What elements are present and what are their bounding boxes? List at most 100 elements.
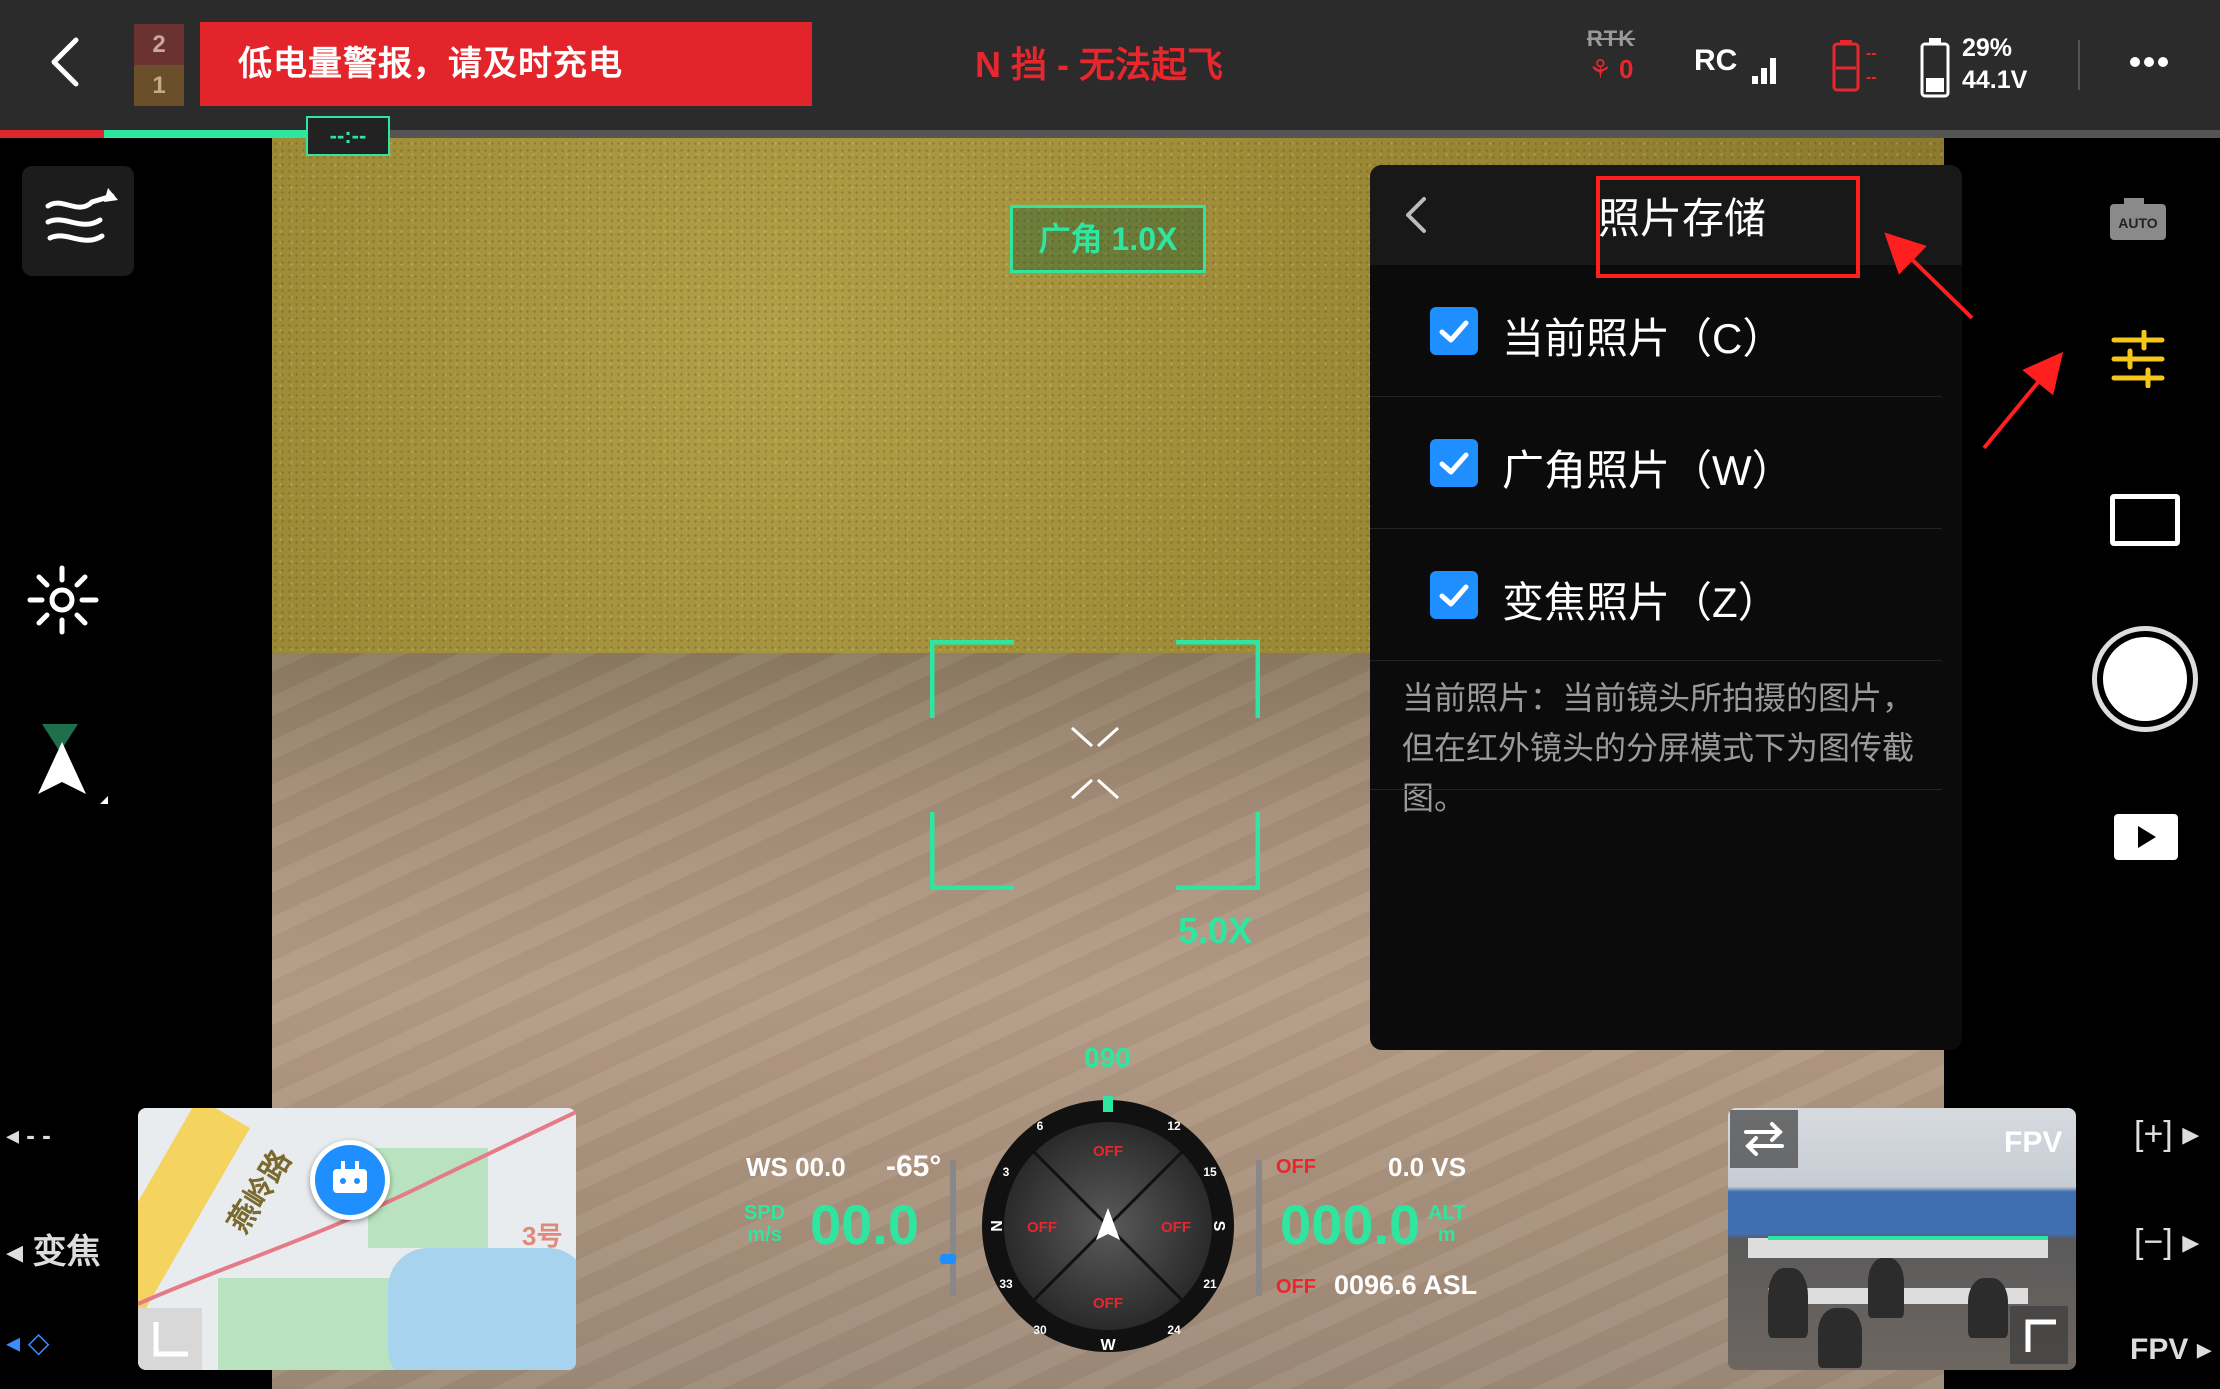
ellipsis-icon — [2130, 54, 2172, 71]
speed-unit-value: m/s — [747, 1224, 782, 1246]
fpv-person — [1768, 1268, 1808, 1338]
off-indicator-bottom: OFF — [1276, 1276, 1316, 1298]
altitude-value: 000.0 — [1280, 1193, 1421, 1256]
option-wide-photo[interactable]: 广角照片（W） — [1370, 397, 1942, 529]
divider — [1370, 789, 1942, 790]
heading-value: 090 — [1084, 1042, 1131, 1073]
option-label: 当前照片（C） — [1502, 315, 1785, 362]
flight-mode-status: N 挡 - 无法起飞 — [975, 44, 1223, 85]
battery-icon — [1920, 38, 1950, 98]
altitude-unit-value: m — [1437, 1224, 1456, 1246]
option-label: 变焦照片（Z） — [1502, 579, 1780, 626]
option-zoom-photo[interactable]: 变焦照片（Z） — [1370, 529, 1942, 661]
navigation-arrow-icon[interactable] — [30, 722, 114, 812]
signal-bars-icon — [1751, 50, 1779, 84]
speed-unit-label: SPD — [744, 1202, 786, 1224]
gear-indicator: 2 1 — [134, 24, 184, 106]
compass[interactable]: N S W 6 12 3 15 21 24 30 33 OFF OFF OFF … — [978, 1096, 1238, 1356]
speed-value: 00.0 — [810, 1193, 919, 1256]
compass-s: S — [1210, 1221, 1227, 1232]
checkmark-icon — [1439, 452, 1469, 475]
compass-tick: 15 — [1203, 1165, 1217, 1179]
playback-button[interactable] — [2114, 814, 2178, 860]
lens-label[interactable]: 广角 1.0X — [1010, 205, 1206, 273]
gear-lower: 1 — [134, 65, 184, 106]
battery-warning-banner[interactable]: 低电量警报，请及时充电 — [200, 22, 812, 106]
checkbox-zoom-photo[interactable] — [1430, 571, 1478, 619]
altitude-unit-label: ALT — [1428, 1202, 1466, 1224]
zoom-mode-label: 变焦 — [32, 1233, 101, 1271]
speed-tape — [950, 1160, 956, 1296]
checkbox-current-photo[interactable] — [1430, 307, 1478, 355]
checkbox-wide-photo[interactable] — [1430, 439, 1478, 487]
zoom-in-button[interactable]: [+] ▸ — [2134, 1114, 2199, 1154]
zoom-out-button[interactable]: [−] ▸ — [2134, 1222, 2199, 1262]
rtk-satellite-count: ⚘ 0 — [1580, 54, 1642, 85]
zoom-mode-button[interactable]: ◂ 变焦 — [6, 1224, 101, 1273]
map-expand-icon[interactable] — [138, 1308, 202, 1370]
route-button[interactable] — [22, 166, 134, 276]
compass-tick: 30 — [1033, 1323, 1047, 1337]
compass-off-top: OFF — [1093, 1143, 1123, 1160]
fpv-person — [1868, 1258, 1904, 1318]
fpv-title: FPV — [2004, 1126, 2063, 1159]
rc-battery-dashes-top: -- — [1866, 45, 1877, 62]
exposure-icon[interactable] — [24, 562, 100, 638]
rc-battery-icon[interactable]: -- -- — [1830, 38, 1894, 94]
rc-battery-dashes-bottom: -- — [1866, 69, 1877, 86]
display-mode-icon[interactable] — [2110, 494, 2180, 546]
rc-label: RC — [1694, 44, 1738, 77]
fpv-green-line — [1768, 1236, 2048, 1240]
shutter-button[interactable] — [2092, 626, 2198, 732]
drone-battery[interactable]: 29% 44.1V — [1918, 32, 2038, 102]
compass-off-left: OFF — [1027, 1219, 1057, 1236]
battery-voltage: 44.1V — [1962, 66, 2028, 94]
gear-upper: 2 — [134, 24, 184, 65]
progress-low-segment — [0, 130, 104, 138]
rtk-status[interactable]: RTK ⚘ 0 — [1580, 26, 1642, 85]
option-label: 广角照片（W） — [1502, 447, 1794, 494]
camera-auto-icon[interactable]: AUTO — [2108, 196, 2168, 242]
left-dash-readout[interactable]: ◂ - - — [6, 1120, 51, 1151]
rtk-label: RTK — [1586, 26, 1636, 51]
compass-w: W — [1100, 1337, 1116, 1354]
left-dash-value: - - — [26, 1120, 51, 1150]
top-bar: 2 1 低电量警报，请及时充电 N 挡 - 无法起飞 RTK ⚘ 0 RC --… — [0, 0, 2220, 130]
shutter-icon — [2103, 637, 2187, 721]
top-divider — [2078, 40, 2080, 90]
map-building-label: 3号 — [522, 1221, 563, 1251]
annotation-box-title — [1596, 176, 1860, 278]
altitude-unit: ALT m — [1428, 1202, 1465, 1246]
fpv-switch-label: FPV — [2130, 1333, 2189, 1366]
sliders-icon[interactable] — [2108, 330, 2168, 388]
compass-tick: 33 — [999, 1277, 1013, 1291]
waypoint-icon[interactable]: ◂ ◇ — [6, 1326, 49, 1359]
chevron-left-icon[interactable] — [40, 32, 90, 92]
route-icon — [45, 188, 118, 243]
option-current-photo[interactable]: 当前照片（C） — [1370, 265, 1942, 397]
checkmark-icon — [1439, 320, 1469, 343]
compass-off-right: OFF — [1161, 1219, 1191, 1236]
compass-tick: 6 — [1037, 1119, 1044, 1133]
drone-location-icon — [310, 1140, 390, 1220]
rc-signal[interactable]: RC — [1694, 44, 1779, 84]
zoom-out-label: [−] — [2134, 1223, 2173, 1261]
compass-tick: 3 — [1003, 1165, 1010, 1179]
compass-n: N — [989, 1220, 1006, 1232]
fpv-expand-icon[interactable] — [2010, 1306, 2068, 1364]
battery-percent: 29% — [1962, 34, 2013, 62]
gimbal-pitch: -65° — [886, 1150, 942, 1183]
rtk-value: 0 — [1619, 54, 1634, 84]
swap-view-icon[interactable] — [1730, 1110, 1798, 1168]
chevron-left-icon[interactable] — [1402, 193, 1430, 237]
auto-label: AUTO — [2118, 215, 2158, 231]
compass-tick: 12 — [1167, 1119, 1181, 1133]
checkmark-icon — [1439, 584, 1469, 607]
more-button[interactable] — [2130, 54, 2176, 74]
fpv-switch-button[interactable]: FPV ▸ — [2130, 1332, 2212, 1367]
right-sidebar — [2080, 138, 2220, 1389]
vertical-speed: 0.0 VS — [1388, 1152, 1467, 1182]
altitude-tape — [1256, 1160, 1262, 1296]
progress-time-tag: --:-- — [306, 116, 390, 156]
mini-map[interactable]: 燕岭路 3号 — [138, 1108, 576, 1370]
